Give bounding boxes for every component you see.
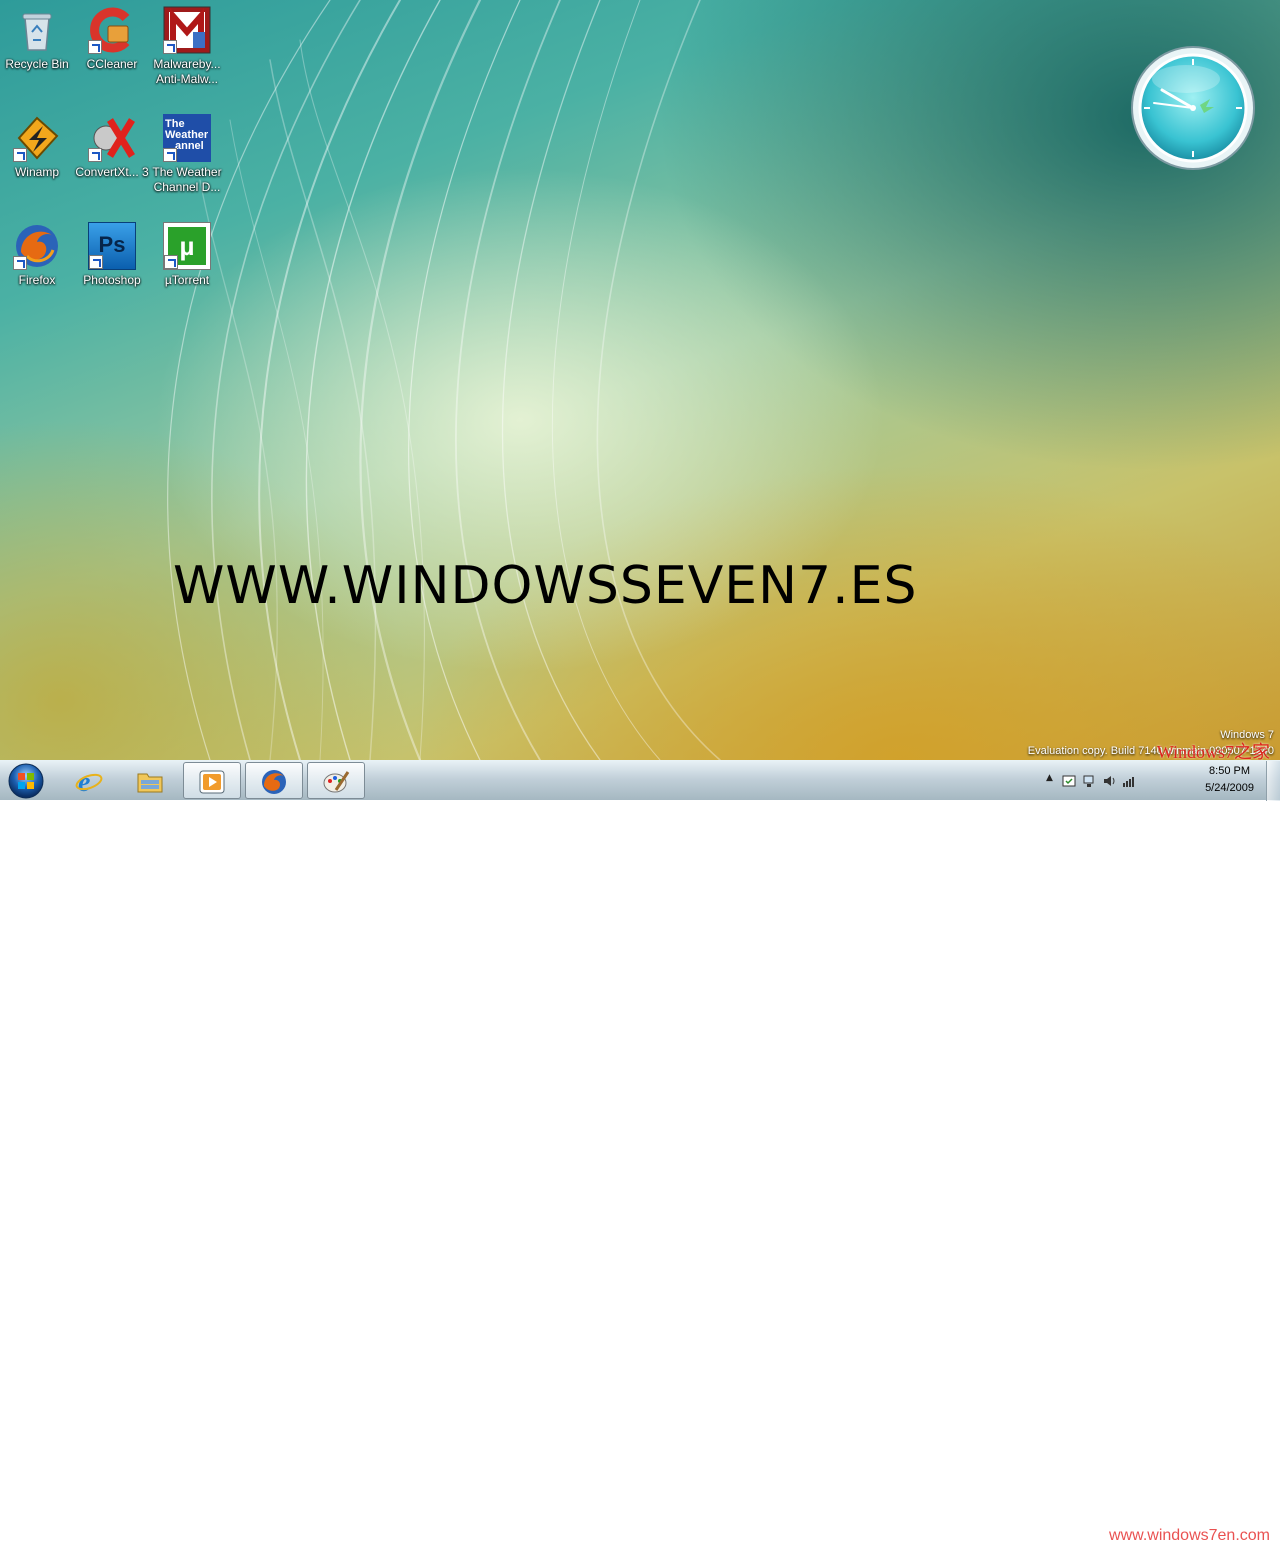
- taskbar-windows-explorer[interactable]: [122, 762, 180, 799]
- desktop-icon-ccleaner[interactable]: CCleaner: [75, 6, 149, 72]
- desktop-icon-malwarebytes[interactable]: Malwareby... Anti-Malw...: [150, 6, 224, 87]
- paint-icon: [322, 768, 350, 796]
- firefox-icon: [260, 768, 288, 796]
- site-watermark-url: www.windows7en.com: [1109, 1527, 1270, 1544]
- action-center-icon[interactable]: [1062, 773, 1076, 787]
- shortcut-arrow-icon: [13, 256, 27, 270]
- watermark-url-text: WWW.WINDOWSSEVEN7.ES: [173, 556, 918, 616]
- taskbar-internet-explorer[interactable]: e: [61, 762, 119, 799]
- desktop-icon-label: Winamp: [14, 165, 59, 179]
- internet-explorer-icon: e: [75, 767, 103, 798]
- desktop-icon-label: ConvertXt... 3: [75, 165, 149, 179]
- shortcut-arrow-icon: [163, 148, 177, 162]
- taskbar-firefox[interactable]: [245, 762, 303, 799]
- site-watermark: Windows7之家: [1156, 742, 1270, 760]
- network-icon[interactable]: [1082, 773, 1096, 787]
- signal-icon[interactable]: [1122, 773, 1136, 787]
- winamp-icon: [13, 114, 61, 162]
- weather-channel-icon: The Weather annel: [163, 114, 211, 162]
- utorrent-icon: µ: [163, 222, 211, 270]
- volume-icon[interactable]: [1102, 773, 1116, 787]
- photoshop-icon: Ps: [88, 222, 136, 270]
- desktop-icon-label: Photoshop: [83, 273, 141, 287]
- shortcut-arrow-icon: [163, 40, 177, 54]
- desktop-icon-label: Recycle Bin: [5, 57, 69, 71]
- convertx-icon: [88, 114, 136, 162]
- taskbar: e ▲ 8:50 PM 5/24/2009 www.windows7en.com: [0, 760, 1280, 1544]
- clock-gadget[interactable]: [1130, 45, 1256, 171]
- firefox-icon: [13, 222, 61, 270]
- ccleaner-icon: [88, 6, 136, 54]
- system-tray: ▲ 8:50 PM 5/24/2009: [1040, 761, 1280, 801]
- desktop-icon-label: Firefox: [18, 273, 56, 287]
- shortcut-arrow-icon: [13, 148, 27, 162]
- taskbar-media-player[interactable]: [183, 762, 241, 799]
- desktop-icon-recycle-bin[interactable]: Recycle Bin: [0, 6, 74, 72]
- recycle-bin-icon: [13, 6, 61, 54]
- desktop-icon-label: The Weather Channel D...: [152, 165, 222, 194]
- desktop-icon-label: CCleaner: [86, 57, 138, 71]
- tray-expand-icon[interactable]: ▲: [1046, 773, 1053, 783]
- shortcut-arrow-icon: [88, 40, 102, 54]
- malwarebytes-icon: [163, 6, 211, 54]
- desktop-icon-label: µTorrent: [164, 273, 210, 287]
- folder-icon: [136, 767, 164, 795]
- desktop-icon-photoshop[interactable]: Ps Photoshop: [75, 222, 149, 288]
- shortcut-arrow-icon: [164, 255, 178, 269]
- taskbar-clock-date[interactable]: 5/24/2009: [1205, 782, 1254, 794]
- desktop-icon-convertx[interactable]: ConvertXt... 3: [75, 114, 149, 180]
- media-player-icon: [198, 768, 226, 796]
- desktop-icon-winamp[interactable]: Winamp: [0, 114, 74, 180]
- desktop-icon-utorrent[interactable]: µ µTorrent: [150, 222, 224, 288]
- show-desktop-button[interactable]: [1266, 761, 1280, 801]
- taskbar-clock-time[interactable]: 8:50 PM: [1209, 765, 1250, 777]
- desktop-icon-firefox[interactable]: Firefox: [0, 222, 74, 288]
- shortcut-arrow-icon: [88, 148, 102, 162]
- start-button[interactable]: [6, 762, 46, 800]
- desktop-icon-label: Malwareby... Anti-Malw...: [153, 57, 221, 86]
- shortcut-arrow-icon: [89, 255, 103, 269]
- taskbar-paint[interactable]: [307, 762, 365, 799]
- desktop-background[interactable]: Recycle Bin CCleaner Malwareby... Anti-M…: [0, 0, 1280, 760]
- desktop-icon-weather-channel[interactable]: The Weather annel The Weather Channel D.…: [150, 114, 224, 195]
